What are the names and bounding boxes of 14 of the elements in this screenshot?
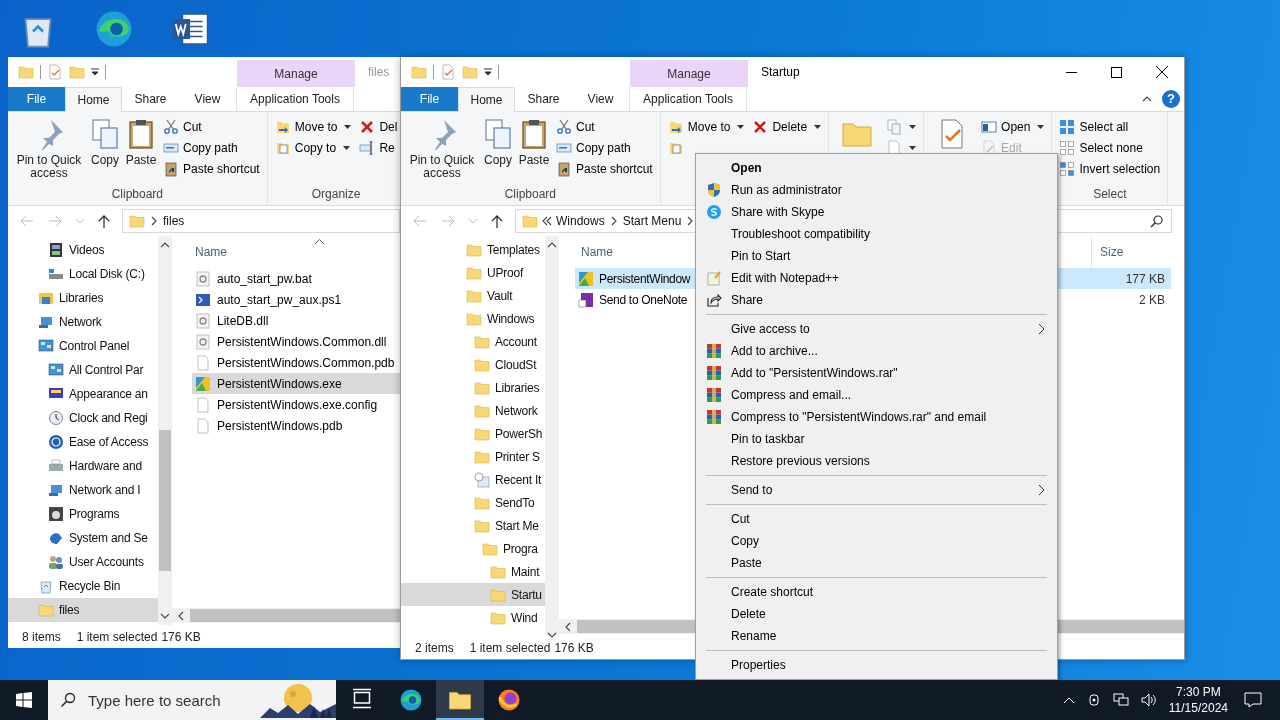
group-label: Organize xyxy=(310,186,362,203)
selection-info: 1 item selected xyxy=(76,629,158,644)
group-label: Clipboard xyxy=(503,186,558,203)
window-title: Startup xyxy=(760,64,800,81)
contextual-tab-header: Manage xyxy=(237,60,355,87)
group-label: Clipboard xyxy=(110,186,165,203)
contextual-tab-header: Manage xyxy=(630,60,748,87)
item-count: 2 items xyxy=(415,640,454,655)
group-label: Select xyxy=(1092,186,1128,203)
window-title: files xyxy=(367,64,390,81)
item-count: 8 items xyxy=(22,629,61,644)
selection-size: 176 KB xyxy=(554,640,594,655)
selection-info: 1 item selected xyxy=(469,640,551,655)
selection-size: 176 KB xyxy=(161,629,201,644)
